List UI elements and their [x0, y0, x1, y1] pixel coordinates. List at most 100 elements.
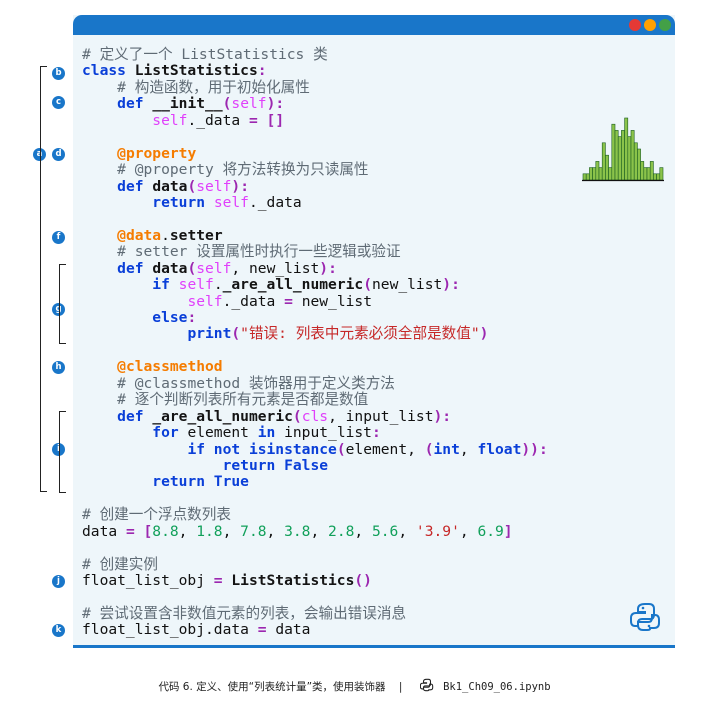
bracket-class — [40, 66, 47, 492]
code-token: # 尝试设置含非数值元素的列表，会输出错误消息 — [82, 604, 407, 622]
code-line: float_list_obj = ListStatistics() — [82, 572, 548, 589]
code-token: # setter 设置属性时执行一些逻辑或验证 — [117, 243, 401, 261]
code-token: self — [152, 111, 188, 129]
code-token: def — [117, 259, 153, 277]
code-token: self — [196, 259, 232, 277]
annotation-badge-d: d — [52, 148, 65, 161]
histogram-bar — [627, 136, 632, 181]
code-token: ListStatistics — [231, 572, 355, 589]
code-token: new_list — [372, 276, 443, 294]
code-line: def data(self, new_list): — [82, 259, 548, 277]
code-token: ( — [292, 407, 302, 425]
code-token: # 构造函数，用于初始化属性 — [117, 78, 310, 96]
code-token: : — [257, 62, 267, 80]
histogram-bar — [649, 161, 654, 181]
histogram-bar — [659, 167, 664, 181]
code-token: new_list — [292, 292, 372, 310]
maximize-dot-icon — [659, 19, 671, 31]
code-token: @property — [117, 144, 197, 162]
code-token: _are_all_numeric — [222, 276, 364, 294]
window-titlebar — [73, 15, 675, 35]
code-token: , — [266, 522, 285, 540]
code-line: def __init__(self): — [82, 96, 548, 112]
code-token: 7.8 — [240, 522, 267, 540]
code-token: "错误: 列表中元素必须全部是数值" — [240, 325, 480, 343]
code-token: self — [187, 292, 223, 310]
code-token: . — [161, 226, 170, 244]
code-token: ( — [187, 177, 197, 195]
annotation-badge-j: j — [52, 575, 65, 588]
code-token: ( — [336, 440, 346, 458]
code-token: . — [213, 276, 223, 294]
code-token: )) — [521, 440, 539, 458]
histogram-bar — [643, 167, 648, 181]
code-token: # 创建实例 — [82, 555, 158, 573]
histogram-bar — [630, 130, 635, 181]
code-line: @classmethod — [82, 359, 548, 375]
code-line: # 尝试设置含非数值元素的列表，会输出错误消息 — [82, 604, 548, 622]
code-line: # 创建实例 — [82, 555, 548, 573]
code-token: print — [187, 325, 232, 343]
histogram-bar — [640, 161, 645, 181]
histogram-bar — [656, 173, 661, 181]
code-token: ): — [442, 276, 460, 294]
code-token: 1.8 — [196, 522, 223, 540]
code-line: # 创建一个浮点数列表 — [82, 507, 548, 523]
code-token: # 逐个判断列表所有元素是否都是数值 — [117, 391, 369, 409]
code-token: , input_list — [328, 407, 434, 425]
histogram-bar — [605, 154, 609, 181]
code-token: @data — [117, 226, 162, 244]
histogram-bar — [595, 161, 600, 181]
code-token: return True — [152, 473, 249, 491]
code-token: # 定义了一个 ListStatistics 类 — [82, 46, 328, 63]
code-token: : — [538, 440, 548, 458]
code-line: def data(self): — [82, 177, 548, 195]
code-token: float_list_obj.data — [82, 621, 258, 639]
code-token: float — [477, 440, 522, 458]
code-line: # 逐个判断列表所有元素是否都是数值 — [82, 391, 548, 409]
histogram-bar — [601, 142, 606, 181]
code-token: ._data — [248, 193, 302, 211]
code-token: , — [222, 522, 241, 540]
panel-bottom-rule — [73, 645, 675, 648]
annotation-badge-c: c — [52, 96, 65, 109]
code-token: 2.8 — [328, 522, 355, 540]
annotation-badge-f: f — [52, 231, 65, 244]
code-token: self — [178, 276, 214, 294]
code-token: , — [354, 522, 372, 540]
code-token: def — [117, 95, 153, 113]
histogram-bar — [611, 123, 616, 181]
code-token: self — [196, 177, 232, 195]
code-token: int — [433, 440, 460, 458]
code-line: else: — [82, 309, 548, 326]
histogram-bar — [598, 167, 603, 181]
code-token: ListStatistics — [134, 62, 258, 80]
code-line: data = [8.8, 1.8, 7.8, 3.8, 2.8, 5.6, '3… — [82, 522, 548, 540]
histogram-bar — [589, 167, 593, 181]
figure-caption: 代码 6. 定义、使用“列表统计量”类，使用装饰器 | Bk1_Ch09_06.… — [0, 678, 709, 694]
code-token: = [ — [125, 522, 153, 540]
code-token: class — [82, 62, 135, 80]
histogram-bar — [637, 148, 641, 181]
annotation-badge-b: b — [52, 67, 65, 80]
code-token: # 创建一个浮点数列表 — [82, 506, 231, 524]
code-token: = — [257, 621, 276, 639]
code-token: , — [459, 522, 478, 540]
code-token: = — [284, 292, 293, 310]
code-token: ): — [266, 95, 285, 113]
